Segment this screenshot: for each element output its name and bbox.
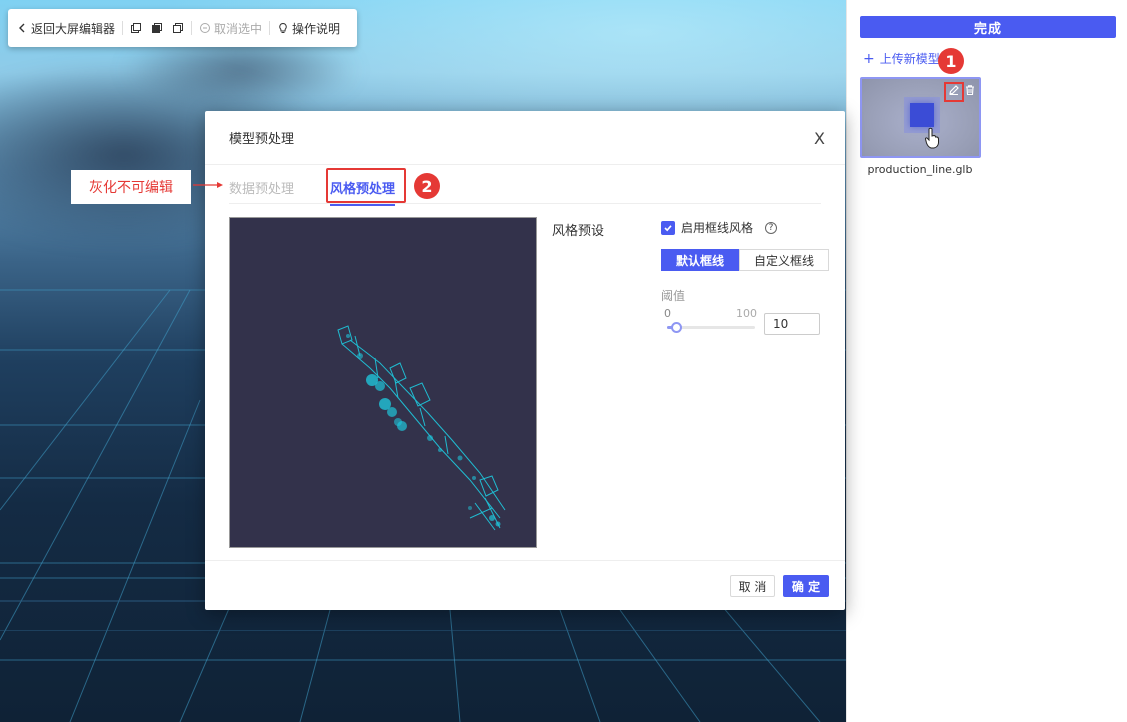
toolbar-divider <box>269 21 271 35</box>
layer-duplicate-icon[interactable] <box>172 22 184 34</box>
delete-model-button[interactable] <box>963 83 977 97</box>
dialog-footer: 取 消 确 定 <box>205 560 845 610</box>
deselect-icon <box>200 23 211 33</box>
upload-model-label: 上传新模型 <box>879 52 940 66</box>
back-to-editor-button[interactable]: 返回大屏编辑器 <box>16 20 115 37</box>
upload-model-link[interactable]: + 上传新模型 <box>863 50 940 67</box>
edit-highlight-box <box>944 82 964 102</box>
toolbar-divider <box>122 21 124 35</box>
tab-highlight-box <box>326 168 406 203</box>
annotation-badge-2: 2 <box>414 173 440 199</box>
copy-layer-icon[interactable] <box>130 22 142 34</box>
trash-icon <box>966 85 974 96</box>
confirm-button[interactable]: 确 定 <box>783 575 829 597</box>
default-wire-button[interactable]: 默认框线 <box>661 249 740 271</box>
threshold-slider-handle[interactable] <box>670 322 682 333</box>
wireframe-model <box>337 325 506 531</box>
model-thumbnail[interactable] <box>860 77 981 158</box>
wire-mode-toggle: 默认框线 自定义框线 <box>661 249 830 271</box>
layer-stack-icon[interactable] <box>151 22 163 34</box>
chevron-left-icon <box>19 23 25 33</box>
deselect-label: 取消选中 <box>214 21 263 36</box>
lightbulb-icon <box>279 22 287 33</box>
annotation-badge-1: 1 <box>938 48 964 74</box>
close-icon[interactable]: X <box>814 129 825 148</box>
editor-toolbar: 返回大屏编辑器 取消选中 操作说明 <box>8 9 357 47</box>
model-filename: production_line.glb <box>867 163 973 176</box>
done-button[interactable]: 完成 <box>860 16 1116 38</box>
active-tab-underline <box>330 204 396 206</box>
help-guide-button[interactable]: 操作说明 <box>277 20 340 37</box>
hand-pointer-icon <box>924 127 939 149</box>
wireframe-toggle[interactable]: 启用框线风格 ? <box>661 219 778 236</box>
style-preset-label: 风格预设 <box>552 224 605 239</box>
help-guide-label: 操作说明 <box>292 21 341 36</box>
back-to-editor-label: 返回大屏编辑器 <box>31 21 116 36</box>
model-panel: 完成 + 上传新模型 production_line.glb 1 <box>846 0 1127 722</box>
threshold-slider[interactable] <box>667 322 755 333</box>
wireframe-checkbox-label: 启用框线风格 <box>681 221 754 235</box>
range-max-label: 100 <box>736 307 757 320</box>
model-preprocess-dialog: 模型预处理 X 数据预处理 风格预处理 2 风格预设 启用框线风格 ? 默认框线… <box>205 111 845 610</box>
plus-icon: + <box>863 51 875 67</box>
annotation-note: 灰化不可编辑 <box>71 170 191 204</box>
toolbar-divider <box>191 21 193 35</box>
wireframe-checkbox[interactable] <box>661 220 675 235</box>
range-min-label: 0 <box>664 307 671 320</box>
help-circle-icon[interactable]: ? <box>765 221 778 234</box>
annotation-arrow-icon <box>193 182 223 188</box>
tab-data-preprocess: 数据预处理 <box>229 182 295 197</box>
threshold-input[interactable] <box>764 313 820 335</box>
model-preview-canvas[interactable] <box>229 217 537 548</box>
custom-wire-button[interactable]: 自定义框线 <box>739 249 830 271</box>
cancel-button[interactable]: 取 消 <box>730 575 775 597</box>
dialog-tabs: 数据预处理 风格预处理 <box>229 166 821 206</box>
dialog-title: 模型预处理 <box>229 132 295 147</box>
model-preview-cube <box>910 103 934 127</box>
threshold-label: 阈值 <box>661 289 686 303</box>
check-icon <box>664 224 672 231</box>
deselect-button[interactable]: 取消选中 <box>199 20 262 37</box>
